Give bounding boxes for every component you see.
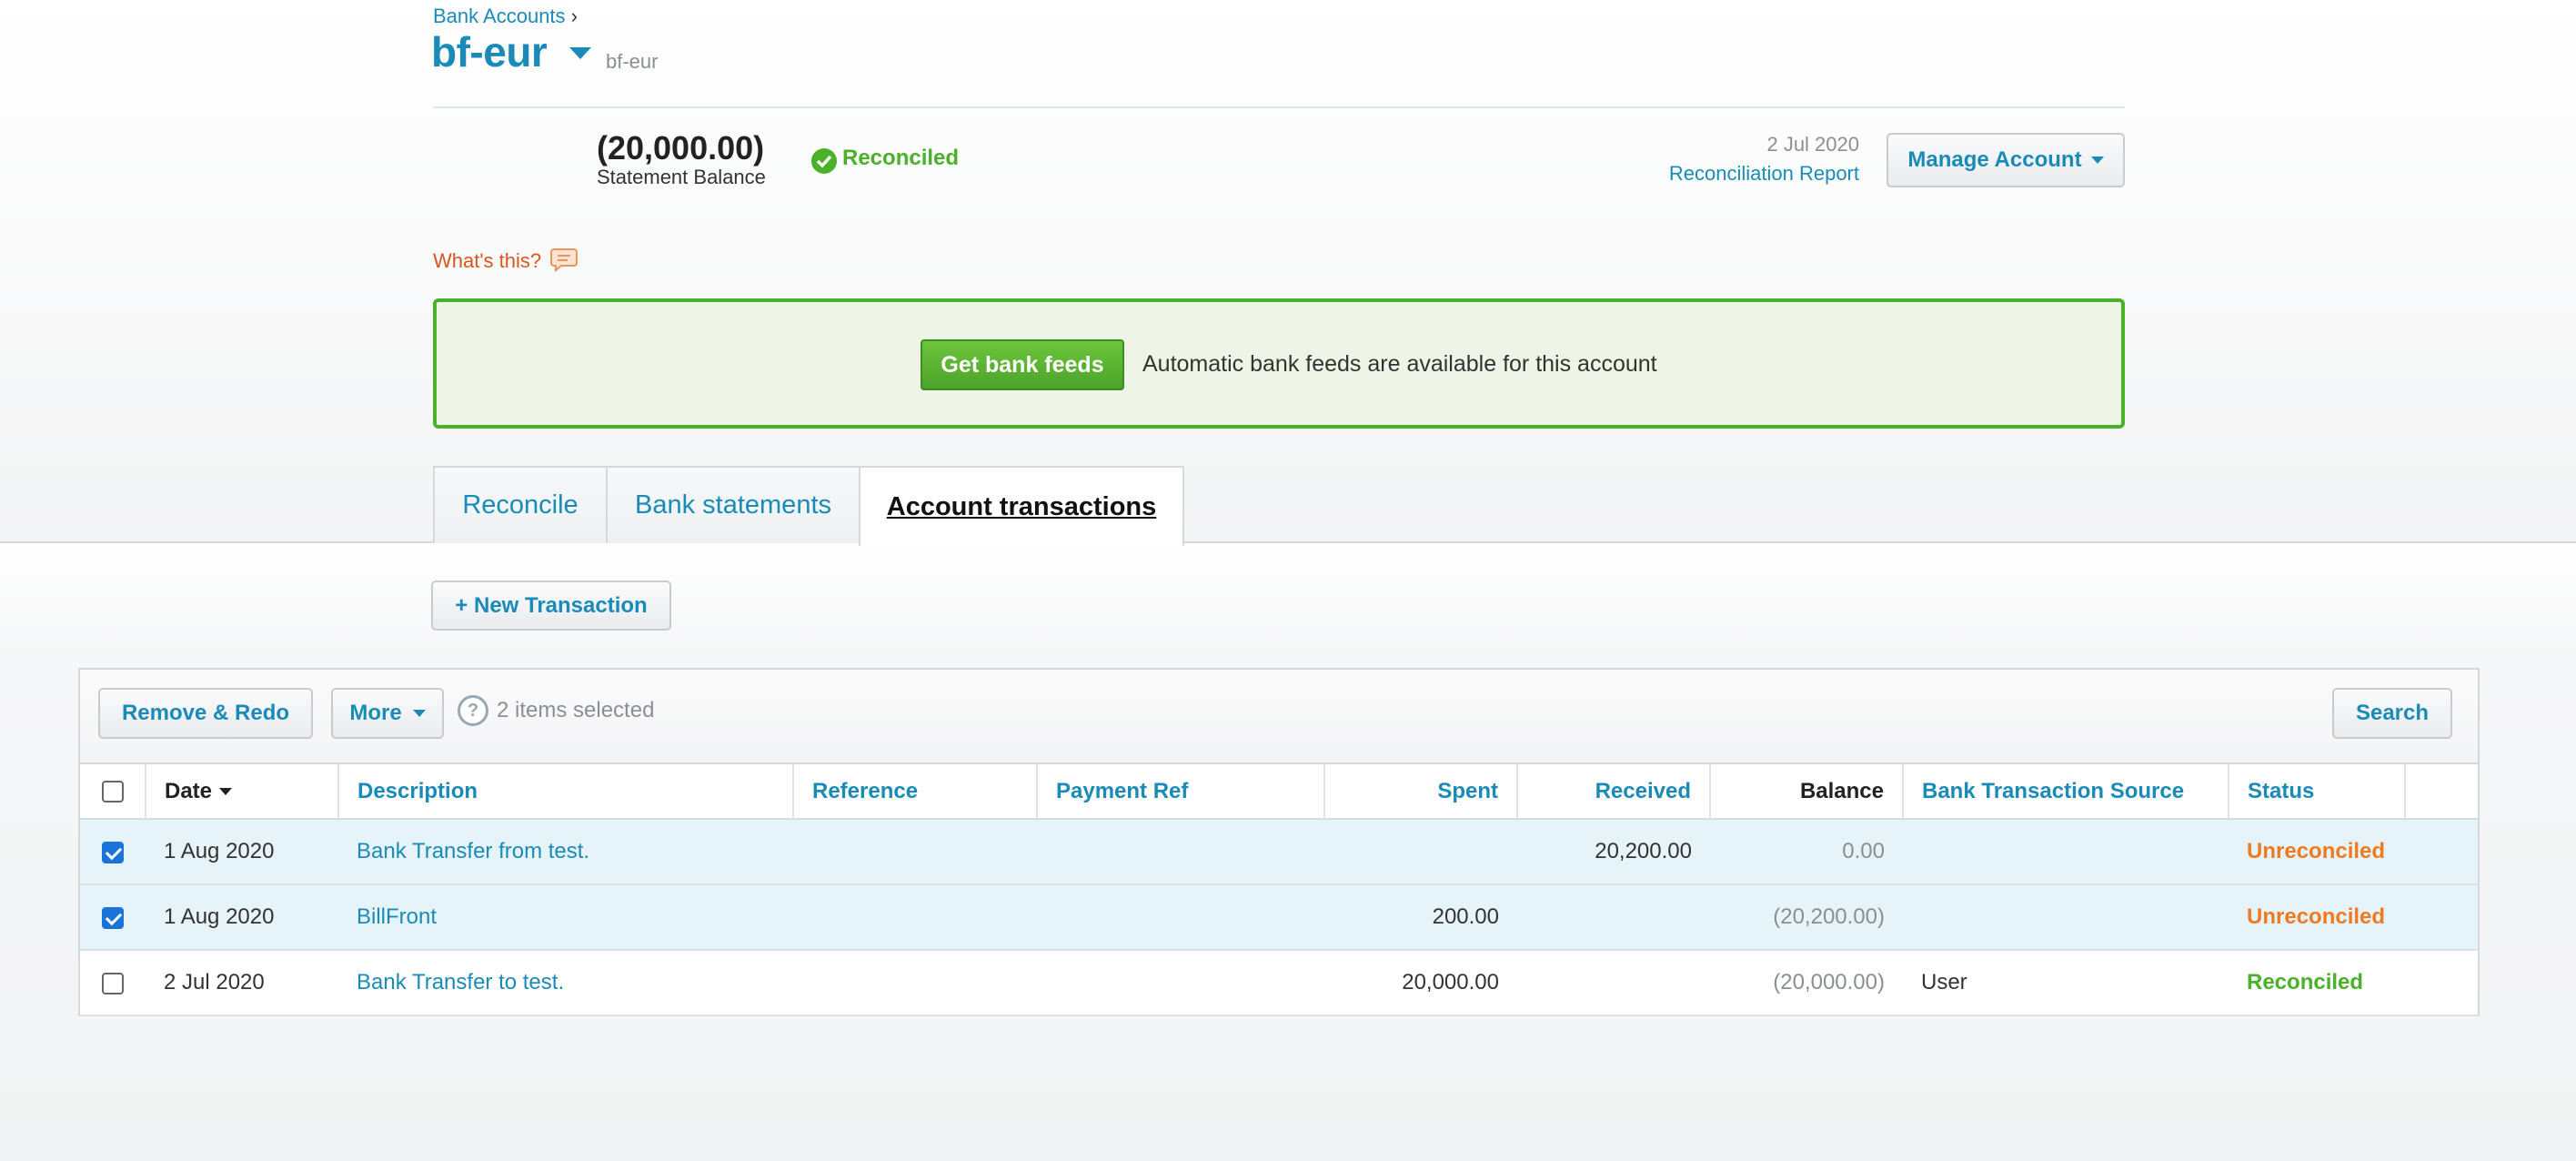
bank-feed-message: Automatic bank feeds are available for t… (1142, 351, 1657, 377)
row-checkbox[interactable] (102, 906, 124, 929)
table-row[interactable]: 1 Aug 2020 Bank Transfer from test. 20,200… (80, 819, 2478, 885)
column-spacer (2405, 764, 2478, 820)
account-dropdown-icon[interactable] (569, 47, 591, 59)
check-circle-icon (811, 148, 837, 174)
column-received[interactable]: Received (1517, 764, 1711, 820)
column-date-label: Date (165, 778, 213, 803)
select-all-cell[interactable] (80, 764, 146, 820)
row-select-cell[interactable] (80, 884, 146, 951)
new-transaction-button[interactable]: + New Transaction (431, 580, 671, 631)
select-all-checkbox[interactable] (101, 781, 124, 803)
breadcrumb-link[interactable]: Bank Accounts (433, 5, 566, 27)
get-bank-feeds-button[interactable]: Get bank feeds (921, 339, 1124, 390)
statement-balance-amount: (20,000.00) (597, 129, 765, 167)
more-label: More (349, 701, 402, 725)
cell-description-link[interactable]: BillFront (338, 884, 793, 951)
cell-spent: 200.00 (1324, 884, 1517, 951)
cell-reference (793, 819, 1037, 885)
cell-description-link[interactable]: Bank Transfer to test. (338, 950, 793, 1016)
column-payment-ref[interactable]: Payment Ref (1037, 764, 1325, 820)
column-bank-transaction-source[interactable]: Bank Transaction Source (1903, 764, 2229, 820)
cell-reference (793, 950, 1037, 1016)
table-header-row: Date Description Reference Payment Ref S… (80, 764, 2478, 820)
cell-payment-ref (1037, 819, 1324, 885)
reconciled-status: Reconciled (842, 146, 960, 170)
cell-spacer (2405, 884, 2478, 951)
table-row[interactable]: 1 Aug 2020 BillFront 200.00 (20,200.00) Unre… (80, 884, 2478, 951)
sort-desc-icon (219, 788, 233, 796)
more-button[interactable]: More (331, 688, 444, 739)
cell-received (1517, 884, 1710, 951)
breadcrumb-separator: › (570, 5, 578, 27)
cell-reference (793, 884, 1037, 951)
cell-source (1903, 884, 2229, 951)
report-date: 2 Jul 2020 (1766, 133, 1859, 156)
cell-spent: 20,000.00 (1324, 950, 1517, 1016)
cell-spacer (2405, 950, 2478, 1016)
cell-status: Unreconciled (2229, 819, 2405, 885)
page-title[interactable]: bf-eur (431, 27, 548, 76)
tab-reconcile[interactable]: Reconcile (433, 466, 608, 543)
statement-balance-label: Statement Balance (597, 166, 766, 188)
chevron-down-icon (412, 710, 426, 717)
cell-balance: (20,200.00) (1710, 884, 1903, 951)
row-select-cell[interactable] (80, 950, 146, 1016)
cell-date: 2 Jul 2020 (146, 950, 338, 1016)
cell-status: Reconciled (2229, 950, 2405, 1016)
chevron-down-icon (2090, 156, 2104, 164)
header-background (0, 0, 2576, 542)
cell-source: User (1903, 950, 2229, 1016)
tab-account-transactions[interactable]: Account transactions (859, 466, 1184, 546)
cell-received: 20,200.00 (1517, 819, 1710, 885)
cell-date: 1 Aug 2020 (146, 819, 338, 885)
column-balance: Balance (1710, 764, 1904, 820)
tab-bank-statements[interactable]: Bank statements (606, 466, 860, 543)
cell-balance: 0.00 (1710, 819, 1903, 885)
cell-date: 1 Aug 2020 (146, 884, 338, 951)
column-status[interactable]: Status (2229, 764, 2406, 820)
column-description[interactable]: Description (338, 764, 794, 820)
manage-account-button[interactable]: Manage Account (1887, 133, 2125, 187)
cell-spent (1324, 819, 1517, 885)
cell-status: Unreconciled (2229, 884, 2405, 951)
column-spent[interactable]: Spent (1324, 764, 1518, 820)
whats-this-link[interactable]: What's this? (433, 249, 541, 273)
search-button[interactable]: Search (2332, 688, 2452, 739)
row-select-cell[interactable] (80, 819, 146, 885)
breadcrumb[interactable]: Bank Accounts › (433, 5, 578, 28)
row-checkbox[interactable] (102, 972, 124, 994)
cell-received (1517, 950, 1710, 1016)
tab-baseline (0, 541, 2576, 543)
account-code: bf-eur (606, 50, 659, 73)
remove-redo-button[interactable]: Remove & Redo (98, 688, 313, 739)
speech-bubble-icon[interactable] (550, 247, 578, 273)
table-row[interactable]: 2 Jul 2020 Bank Transfer to test. 20,000.0… (80, 950, 2478, 1016)
column-reference[interactable]: Reference (793, 764, 1038, 820)
row-checkbox[interactable] (102, 841, 124, 863)
cell-spacer (2405, 819, 2478, 885)
cell-description-link[interactable]: Bank Transfer from test. (338, 819, 793, 885)
cell-payment-ref (1037, 884, 1324, 951)
reconciliation-report-link[interactable]: Reconciliation Report (1669, 162, 1859, 186)
transactions-table: Date Description Reference Payment Ref S… (80, 764, 2478, 1016)
manage-account-label: Manage Account (1907, 147, 2082, 172)
column-date[interactable]: Date (146, 764, 339, 820)
cell-payment-ref (1037, 950, 1324, 1016)
cell-source (1903, 819, 2229, 885)
selected-count: 2 items selected (497, 698, 655, 722)
cell-balance: (20,000.00) (1710, 950, 1903, 1016)
divider (433, 106, 2125, 108)
help-icon[interactable]: ? (458, 695, 488, 726)
